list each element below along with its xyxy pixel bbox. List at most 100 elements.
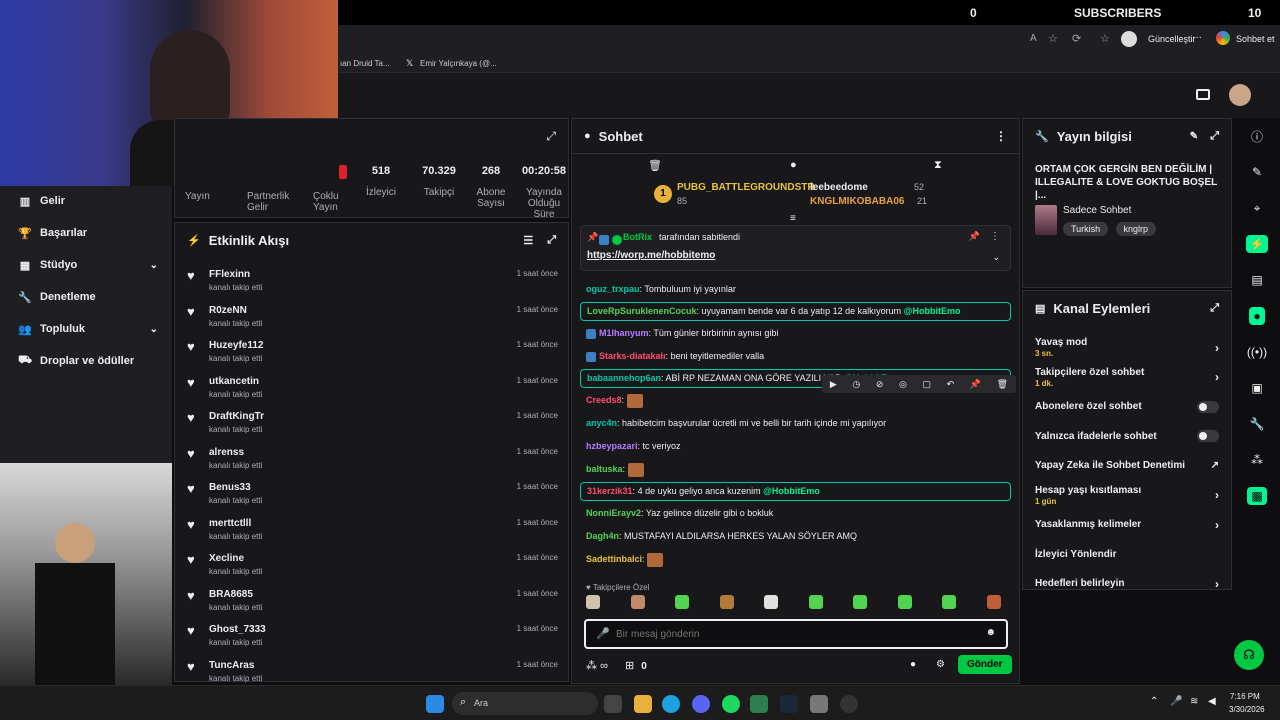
chat-message[interactable]: Creeds8: <box>572 390 1019 411</box>
tag-pill[interactable]: knglrp <box>1115 222 1157 236</box>
chat-message[interactable]: hzbeypazari: tc veriyoz <box>572 436 1019 457</box>
windows-start-icon[interactable] <box>426 695 444 713</box>
support-icon[interactable]: ☊ <box>1234 640 1264 670</box>
popout-icon[interactable]: ⤢ <box>1210 130 1219 143</box>
message-icon[interactable]: ● <box>790 159 797 171</box>
category-thumbnail[interactable] <box>1035 205 1057 235</box>
favorites-icon[interactable]: ☆ <box>1100 32 1110 45</box>
settings-icon[interactable] <box>810 695 828 713</box>
chat-username[interactable]: M1lhanyum <box>599 328 649 338</box>
filter-icon[interactable]: ☰ <box>523 234 533 247</box>
star-icon[interactable]: ☆ <box>1048 32 1058 45</box>
follower-name[interactable]: FFlexinn <box>209 269 262 280</box>
follower-name[interactable]: alrenss <box>209 447 262 458</box>
pinned-link[interactable]: https://worp.me/hobbitemo <box>587 250 715 261</box>
follower-name[interactable]: Ghost_7333 <box>209 624 266 635</box>
tray-chevron-icon[interactable]: ⌃ <box>1150 696 1158 707</box>
profile-avatar[interactable] <box>1121 31 1137 47</box>
emote-button[interactable] <box>764 595 778 609</box>
pen-icon[interactable]: ✎ <box>1234 154 1280 190</box>
sidebar-item[interactable]: ▦ Stüdyo ⌄ <box>0 249 172 281</box>
popout-icon[interactable]: ⤢ <box>547 234 556 247</box>
copilot-icon[interactable] <box>1216 31 1230 45</box>
unpin-icon[interactable]: 📌 <box>969 231 980 242</box>
edge-icon[interactable] <box>662 695 680 713</box>
emoji-icon[interactable]: ☻ <box>985 627 996 638</box>
emote-button[interactable] <box>897 595 912 609</box>
undo-icon[interactable]: ↶ <box>947 379 955 390</box>
sidebar-item[interactable]: 🔧 Denetleme <box>0 281 172 313</box>
trash-icon[interactable]: 🗑 <box>648 159 662 172</box>
chat-mention[interactable]: @HobbitEmo <box>763 486 820 496</box>
follower-name[interactable]: BRA8685 <box>209 589 262 600</box>
chat-message[interactable]: M1lhanyum: Tüm günler birbirinin aynısı … <box>572 323 1019 344</box>
extensions-icon[interactable]: ⟳ <box>1072 32 1081 45</box>
toggle-switch[interactable] <box>1197 400 1219 413</box>
chat-message[interactable]: oguz_trxpau: Tombuluum iyi yayınlar <box>572 279 1019 300</box>
ban-icon[interactable]: ⊘ <box>876 379 884 390</box>
popout-icon[interactable]: ⤢ <box>546 129 556 144</box>
chat-mention[interactable]: @HobbitEmo <box>904 306 961 316</box>
community-icon[interactable]: ⁂ <box>1234 442 1280 478</box>
toggle-switch[interactable] <box>1197 430 1219 443</box>
chat-username[interactable]: Creeds8 <box>586 395 622 405</box>
chat-settings-bubble-icon[interactable]: ● <box>910 659 916 670</box>
chat-message[interactable]: 31kerzik31: 4 de uyku geliyo anca kuzeni… <box>580 482 1011 501</box>
sidebar-item[interactable]: 🏆 Başarılar <box>0 217 172 249</box>
clock-date[interactable]: 3/30/2026 <box>1229 705 1265 714</box>
chat-message[interactable]: LoveRpSuruklenenCocuk: uyuyamam bende va… <box>580 302 1011 321</box>
mic-tray-icon[interactable]: 🎤 <box>1170 696 1182 707</box>
edit-icon[interactable]: ✎ <box>1190 131 1198 142</box>
follower-name[interactable]: Benus33 <box>209 482 262 493</box>
chat-message[interactable]: anyc4n: habibetcim başvurular ücretli mi… <box>572 413 1019 434</box>
delete-icon[interactable]: 🗑 <box>997 379 1008 390</box>
chat-username[interactable]: NonniErayv2 <box>586 508 641 518</box>
send-button[interactable]: Gönder <box>958 655 1012 674</box>
chat-username[interactable]: Starks-diatakalı <box>599 351 666 361</box>
chevron-down-icon[interactable]: ⌄ <box>992 252 1000 263</box>
category-name[interactable]: Sadece Sohbet <box>1063 205 1131 216</box>
chevron-right-icon[interactable]: › <box>1215 577 1219 591</box>
chat-username[interactable]: LoveRpSuruklenenCocuk <box>587 306 697 316</box>
leader-third-name[interactable]: KNGLMIKOBABA06 <box>810 196 904 207</box>
chat-username[interactable]: oguz_trxpau <box>586 284 640 294</box>
chat-message[interactable]: Sadettinbalci: <box>572 549 1019 570</box>
emote-button[interactable] <box>986 595 1001 609</box>
follower-name[interactable]: merttctlll <box>209 518 262 529</box>
emote-button[interactable] <box>630 595 645 609</box>
theatre-mode-icon[interactable] <box>1196 89 1210 100</box>
emote-button[interactable] <box>719 595 734 609</box>
chevron-right-icon[interactable]: › <box>1215 518 1219 532</box>
taskbar-search[interactable]: ⌕ Ara <box>452 692 598 715</box>
bookmark-item[interactable]: ıan Druid Ta... <box>340 59 390 68</box>
follower-name[interactable]: utkancetin <box>209 376 262 387</box>
sidebar-item[interactable]: ▥ Gelir <box>0 185 172 217</box>
user-avatar[interactable] <box>1229 84 1251 106</box>
bookmark-item[interactable]: Emir Yalçınkaya (@... <box>420 59 497 68</box>
wrench-icon[interactable]: 🔧 <box>1234 406 1280 442</box>
update-button[interactable]: Güncelleştir <box>1148 34 1196 44</box>
more-vert-icon[interactable]: ⋮ <box>995 129 1007 143</box>
channel-action[interactable]: Yalnızca ifadelerle sohbet <box>1023 422 1231 452</box>
pinned-more-icon[interactable]: ⋮ <box>990 231 1000 242</box>
chat-button[interactable]: Sohbet et <box>1236 34 1275 44</box>
read-aloud-icon[interactable]: A <box>1030 33 1037 44</box>
follower-name[interactable]: DraftKingTr <box>209 411 264 422</box>
collapse-icon[interactable]: ≡ <box>790 213 796 224</box>
external-link-icon[interactable]: ↗ <box>1211 460 1219 471</box>
pinned-by-name[interactable]: BotRix <box>623 232 652 242</box>
gear-icon[interactable]: ⚙ <box>936 659 945 670</box>
community-icon[interactable]: ⁂ <box>586 660 597 672</box>
hourglass-icon[interactable]: ⧗ <box>934 159 942 172</box>
sidebar-item[interactable]: ⛟ Droplar ve ödüller <box>0 345 172 377</box>
copy-icon[interactable]: ▢ <box>923 379 932 390</box>
channel-action[interactable]: Hedefleri belirleyin › <box>1023 569 1231 599</box>
chevron-right-icon[interactable]: › <box>1215 370 1219 384</box>
chat-input[interactable] <box>616 625 956 643</box>
infinity-icon[interactable]: ∞ <box>600 660 608 672</box>
discord-icon[interactable] <box>692 695 710 713</box>
steam-icon[interactable] <box>780 695 798 713</box>
broadcast-icon[interactable]: ((•)) <box>1234 334 1280 370</box>
chat-message[interactable]: NonniErayv2: Yaz gelince düzelir gibi o … <box>572 503 1019 524</box>
chat-username[interactable]: anyc4n <box>586 418 617 428</box>
